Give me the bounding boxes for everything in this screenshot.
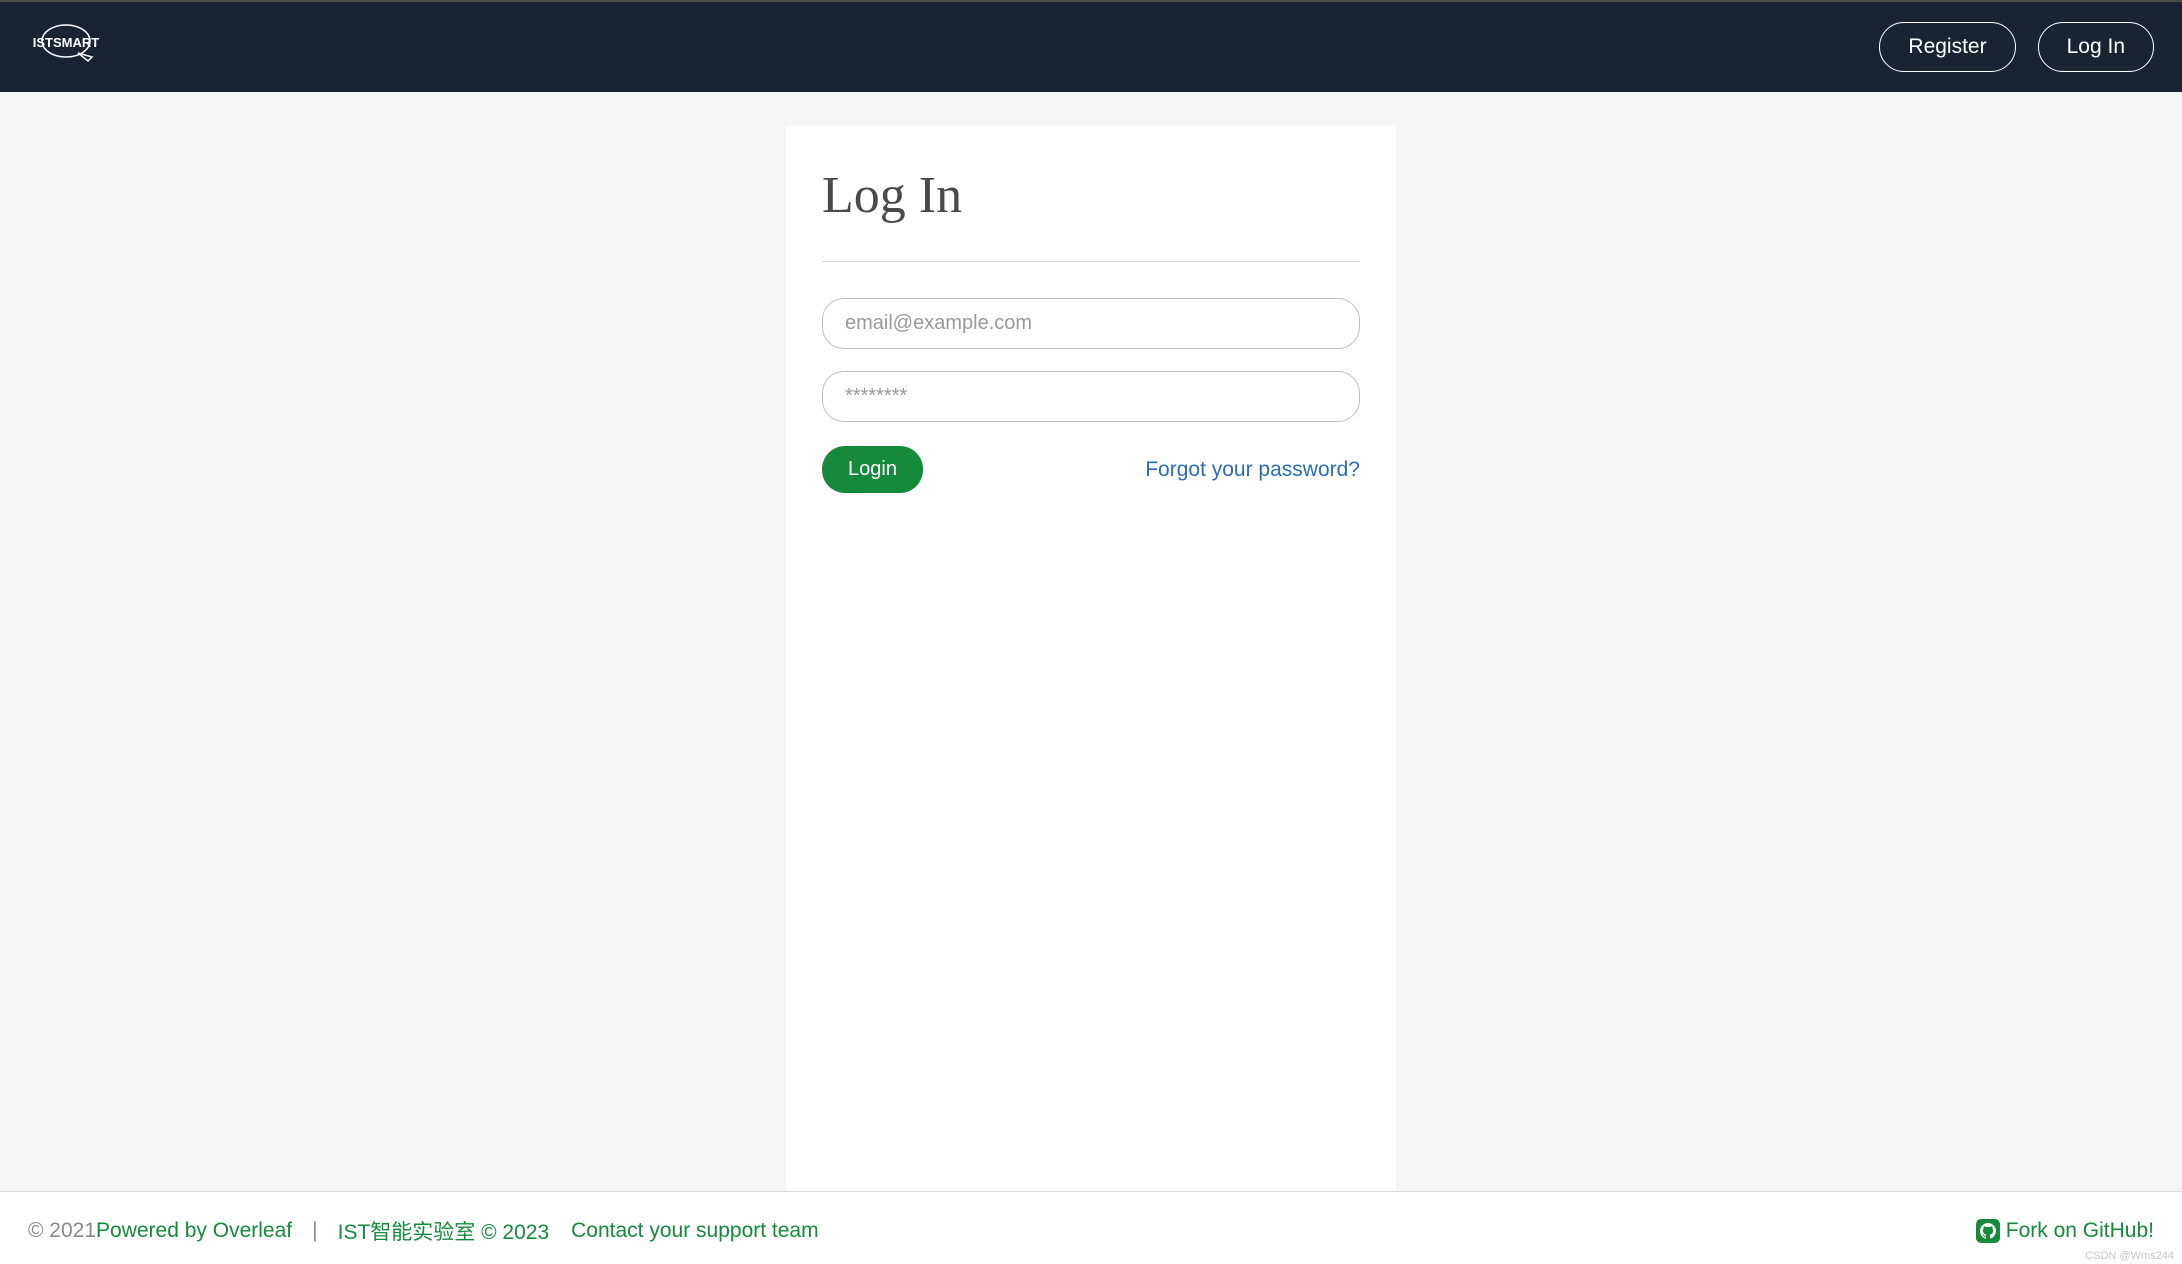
nav-buttons: Register Log In: [1879, 22, 2154, 72]
footer-separator: |: [312, 1219, 317, 1243]
powered-by-link[interactable]: Powered by Overleaf: [96, 1219, 292, 1243]
logo[interactable]: ISTSMART: [28, 21, 110, 73]
page-title: Log In: [822, 166, 1360, 225]
footer-right: Fork on GitHub!: [1976, 1219, 2154, 1243]
divider: [822, 261, 1360, 262]
watermark: CSDN @Wms244: [2085, 1250, 2174, 1262]
github-icon: [1976, 1219, 2000, 1243]
login-nav-button[interactable]: Log In: [2038, 22, 2154, 72]
footer-left: © 2021 Powered by Overleaf | IST智能实验室 © …: [28, 1216, 819, 1246]
svg-text:ISTSMART: ISTSMART: [33, 35, 100, 50]
support-link[interactable]: Contact your support team: [571, 1219, 818, 1243]
lab-info-link[interactable]: IST智能实验室 © 2023: [338, 1216, 550, 1246]
header: ISTSMART Register Log In: [0, 2, 2182, 92]
login-card: Log In Login Forgot your password?: [786, 126, 1396, 1191]
email-field[interactable]: [822, 298, 1360, 349]
footer: © 2021 Powered by Overleaf | IST智能实验室 © …: [0, 1191, 2182, 1264]
register-button[interactable]: Register: [1879, 22, 2015, 72]
main-content: Log In Login Forgot your password?: [0, 92, 2182, 1191]
istsmart-logo-icon: ISTSMART: [28, 21, 110, 73]
copyright-prefix: © 2021: [28, 1219, 96, 1243]
login-submit-button[interactable]: Login: [822, 446, 923, 493]
form-actions: Login Forgot your password?: [822, 446, 1360, 493]
password-field[interactable]: [822, 371, 1360, 422]
forgot-password-link[interactable]: Forgot your password?: [1145, 458, 1360, 482]
fork-github-link[interactable]: Fork on GitHub!: [2006, 1219, 2154, 1243]
